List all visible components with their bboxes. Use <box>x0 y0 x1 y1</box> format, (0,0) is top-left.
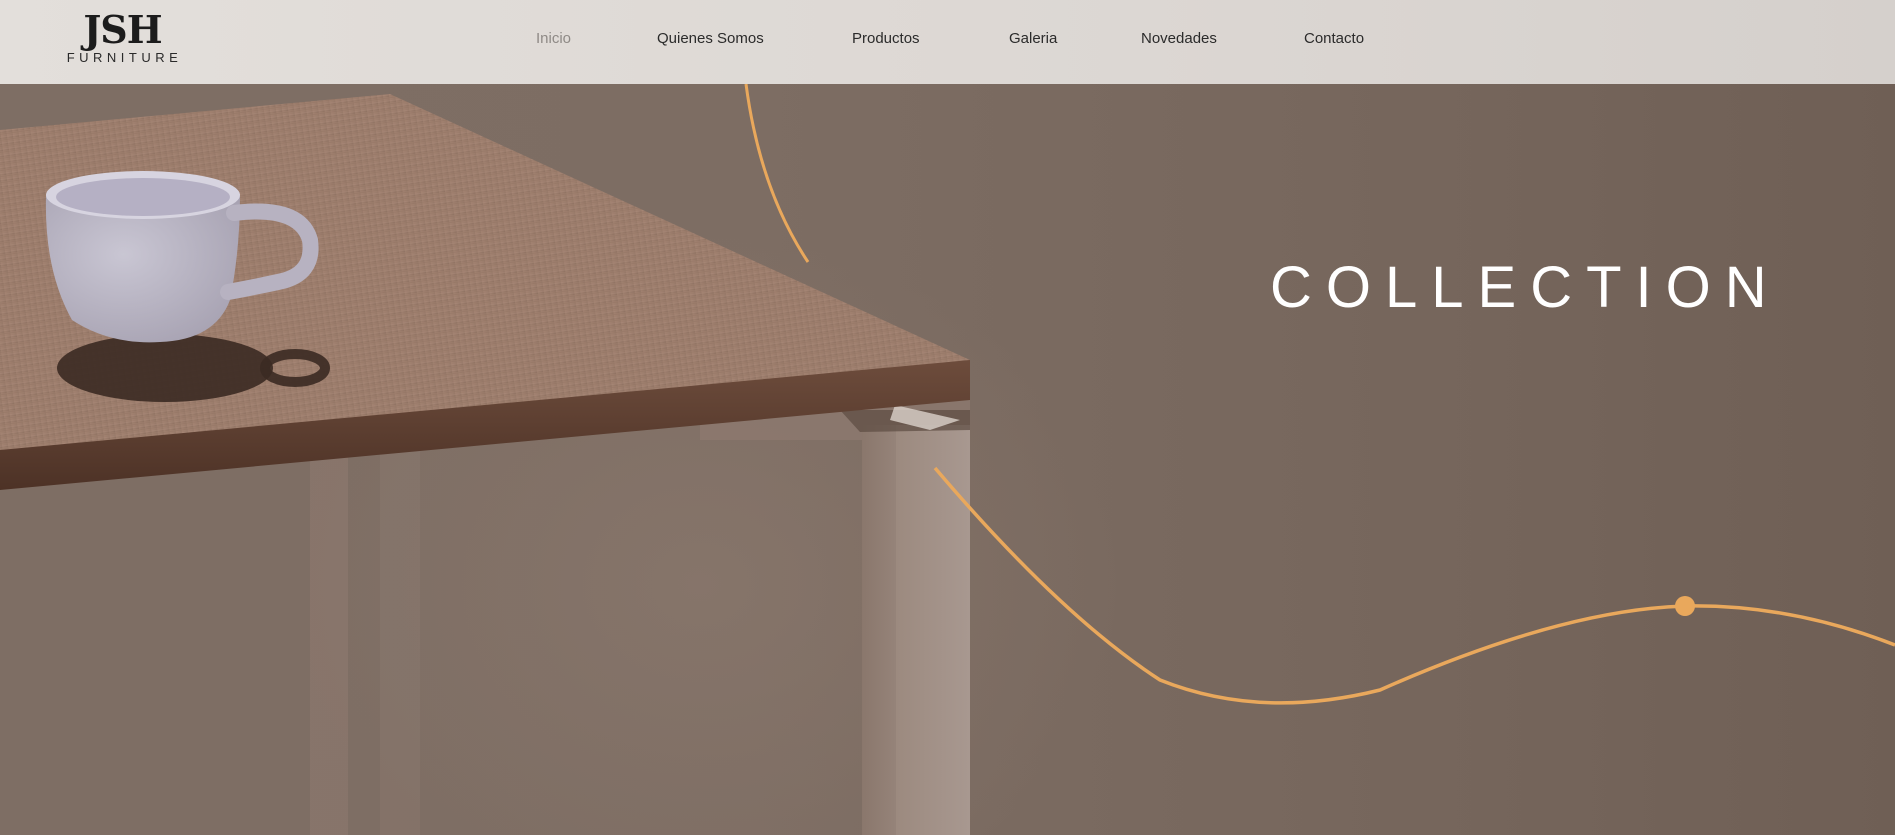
nav-item-productos[interactable]: Productos <box>852 30 920 47</box>
table-leg-front-side <box>862 425 898 835</box>
nav-item-galeria[interactable]: Galeria <box>1009 30 1057 47</box>
nav-item-novedades[interactable]: Novedades <box>1141 30 1217 47</box>
accent-curve-top <box>744 84 810 263</box>
nav-item-quienes-somos[interactable]: Quienes Somos <box>657 30 764 47</box>
main-nav: Inicio Quienes Somos Productos Galeria N… <box>0 30 1895 50</box>
cup-shadow <box>57 334 273 402</box>
page: JSH FURNITURE Inicio Quienes Somos Produ… <box>0 0 1895 835</box>
table-leg-back-left <box>310 455 348 835</box>
hero-banner: COLLECTION <box>0 84 1895 835</box>
nav-item-contacto[interactable]: Contacto <box>1304 30 1364 47</box>
hero-title: COLLECTION <box>1270 255 1781 320</box>
hero-illustration <box>0 84 1895 835</box>
table-leg-back-mid <box>380 430 420 835</box>
table-leg-front <box>896 425 970 835</box>
cup-inner <box>56 178 230 216</box>
site-header: JSH FURNITURE Inicio Quienes Somos Produ… <box>0 0 1895 84</box>
logo-tagline: FURNITURE <box>66 50 183 65</box>
accent-curve-wave <box>933 466 1895 705</box>
nav-item-inicio[interactable]: Inicio <box>536 30 571 47</box>
accent-dot <box>1675 596 1695 616</box>
